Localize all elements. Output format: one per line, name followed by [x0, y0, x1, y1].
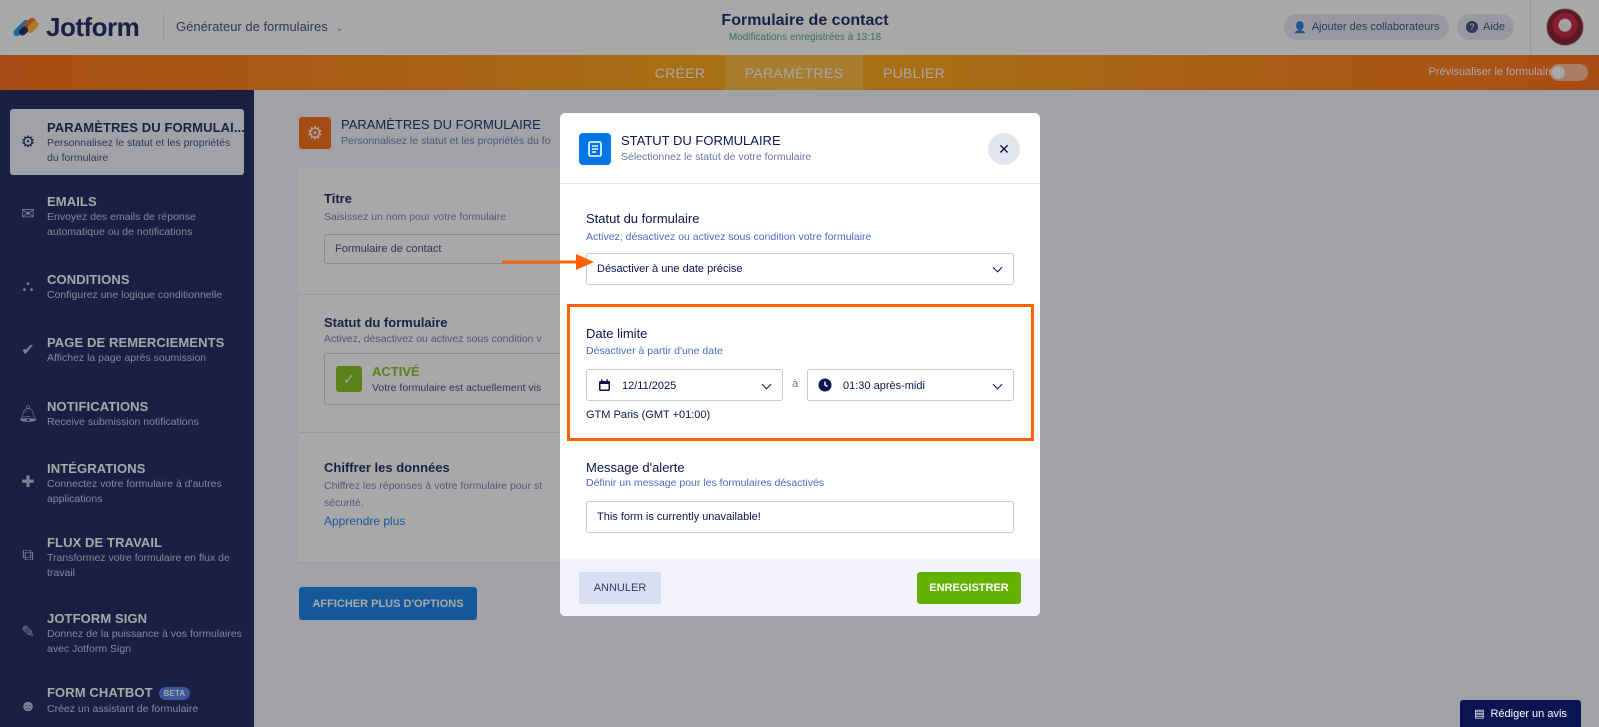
- calendar-icon: [597, 378, 611, 392]
- annotation-arrow-icon: [502, 254, 594, 270]
- status-field-label: Statut du formulaire: [586, 211, 700, 226]
- time-picker[interactable]: 01:30 après-midi: [807, 369, 1014, 401]
- modal-title: STATUT DU FORMULAIRE: [621, 133, 781, 148]
- deadline-desc: Désactiver à partir d'une date: [586, 345, 723, 357]
- time-value: 01:30 après-midi: [843, 380, 925, 392]
- status-select[interactable]: Désactiver à une date précise: [586, 253, 1014, 285]
- save-button[interactable]: ENREGISTRER: [917, 572, 1021, 604]
- cancel-button[interactable]: ANNULER: [579, 572, 661, 604]
- timezone-label[interactable]: GTM Paris (GMT +01:00): [586, 409, 710, 421]
- chevron-down-icon: [761, 379, 772, 390]
- review-icon: ▤: [1474, 708, 1485, 720]
- form-status-modal: STATUT DU FORMULAIRE Sélectionnez le sta…: [560, 113, 1040, 616]
- alert-message-input[interactable]: This form is currently unavailable!: [586, 501, 1014, 533]
- status-select-value: Désactiver à une date précise: [597, 263, 743, 275]
- modal-header: STATUT DU FORMULAIRE Sélectionnez le sta…: [560, 113, 1040, 184]
- at-label: à: [792, 378, 799, 390]
- clock-icon: [818, 378, 832, 392]
- date-picker[interactable]: 12/11/2025: [586, 369, 783, 401]
- chevron-down-icon: [992, 379, 1003, 390]
- deadline-label: Date limite: [586, 326, 648, 341]
- chevron-down-icon: [992, 262, 1003, 273]
- alert-label: Message d'alerte: [586, 460, 685, 475]
- write-review-button[interactable]: ▤ Rédiger un avis: [1460, 700, 1581, 727]
- modal-subtitle: Sélectionnez le statut de votre formulai…: [621, 151, 812, 163]
- form-document-icon: [579, 133, 611, 165]
- write-review-label: Rédiger un avis: [1490, 707, 1567, 720]
- modal-footer: ANNULER ENREGISTRER: [560, 559, 1040, 616]
- close-icon: ✕: [998, 140, 1010, 157]
- close-button[interactable]: ✕: [988, 133, 1020, 165]
- date-value: 12/11/2025: [622, 380, 677, 392]
- alert-desc: Définir un message pour les formulaires …: [586, 477, 825, 489]
- status-field-desc: Activez, désactivez ou activez sous cond…: [586, 231, 872, 243]
